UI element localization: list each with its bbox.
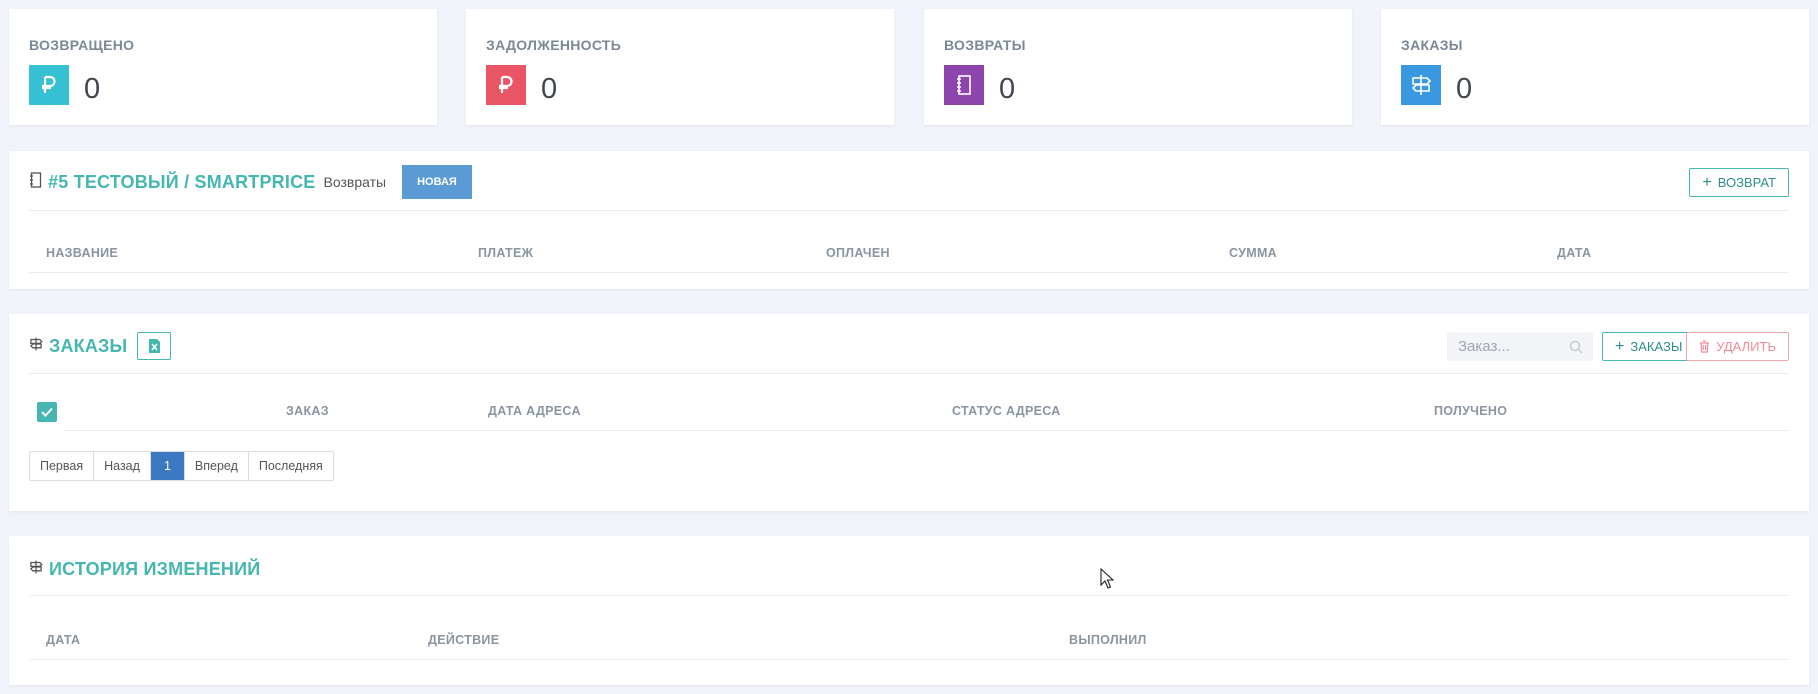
stat-value: 0	[1456, 73, 1473, 105]
page-current[interactable]: 1	[150, 452, 185, 480]
stat-title: ВОЗВРАТЫ	[944, 37, 1026, 53]
plus-icon: +	[1702, 173, 1712, 191]
excel-icon	[148, 339, 160, 353]
order-search[interactable]	[1447, 332, 1593, 361]
check-icon	[41, 407, 53, 417]
column-header[interactable]: СУММА	[1229, 246, 1277, 260]
signpost-icon	[1401, 65, 1441, 105]
page-first[interactable]: Первая	[30, 452, 95, 480]
add-orders-label: ЗАКАЗЫ	[1630, 339, 1683, 354]
history-panel-title: ИСТОРИЯ ИЗМЕНЕНИЙ	[49, 558, 261, 579]
signpost-icon	[29, 560, 43, 579]
orders-panel: ЗАКАЗЫ + ЗАКАЗЫ УДАЛИТЬ ЗАКАЗ ДАТА АДРЕС…	[9, 314, 1809, 511]
trash-icon	[1700, 340, 1710, 353]
column-header[interactable]: НАЗВАНИЕ	[46, 246, 118, 260]
orders-table-header: ЗАКАЗ ДАТА АДРЕСА СТАТУС АДРЕСА ПОЛУЧЕНО	[64, 391, 1789, 431]
history-title-group: ИСТОРИЯ ИЗМЕНЕНИЙ	[29, 552, 260, 586]
returns-panel: #5 ТЕСТОВЫЙ / SMARTPRICE Возвраты НОВАЯ …	[9, 151, 1809, 289]
delete-button[interactable]: УДАЛИТЬ	[1686, 332, 1789, 361]
add-return-label: ВОЗВРАТ	[1717, 175, 1776, 190]
orders-title-group: ЗАКАЗЫ	[29, 329, 172, 363]
page-last[interactable]: Последняя	[249, 452, 333, 480]
search-icon	[1569, 340, 1583, 354]
stat-card-returns: ВОЗВРАТЫ 0	[924, 9, 1352, 125]
orders-panel-title: ЗАКАЗЫ	[49, 335, 128, 356]
add-return-button[interactable]: + ВОЗВРАТ	[1689, 168, 1789, 197]
stat-title: ЗАКАЗЫ	[1401, 37, 1463, 53]
column-header[interactable]: ПОЛУЧЕНО	[1434, 404, 1507, 418]
column-header[interactable]: ОПЛАЧЕН	[826, 246, 890, 260]
page-prev[interactable]: Назад	[94, 452, 151, 480]
signpost-icon	[29, 337, 43, 356]
history-panel-header: ИСТОРИЯ ИЗМЕНЕНИЙ	[29, 536, 1789, 596]
notebook-icon	[29, 171, 42, 193]
status-badge[interactable]: НОВАЯ	[402, 165, 472, 199]
stat-title: ЗАДОЛЖЕННОСТЬ	[486, 37, 622, 53]
returns-title-group: #5 ТЕСТОВЫЙ / SMARTPRICE Возвраты НОВАЯ	[29, 165, 472, 199]
column-header[interactable]: ДЕЙСТВИЕ	[428, 633, 499, 647]
returns-table-header: НАЗВАНИЕ ПЛАТЕЖ ОПЛАЧЕН СУММА ДАТА	[29, 233, 1789, 273]
mouse-cursor-icon	[1100, 568, 1114, 589]
column-header[interactable]: ДАТА	[46, 633, 80, 647]
excel-export-button[interactable]	[137, 332, 172, 360]
stat-title: ВОЗВРАЩЕНО	[29, 37, 135, 53]
page-next[interactable]: Вперед	[185, 452, 249, 480]
history-table-header: ДАТА ДЕЙСТВИЕ ВЫПОЛНИЛ	[29, 620, 1789, 660]
column-header[interactable]: ДАТА	[1557, 246, 1591, 260]
returns-panel-subtitle: Возвраты	[323, 174, 387, 190]
stat-value: 0	[84, 73, 101, 105]
add-orders-button[interactable]: + ЗАКАЗЫ	[1602, 332, 1696, 361]
notebook-icon	[944, 65, 984, 105]
ruble-icon	[29, 65, 69, 105]
ruble-icon	[486, 65, 526, 105]
plus-icon: +	[1615, 337, 1625, 355]
delete-label: УДАЛИТЬ	[1716, 339, 1776, 354]
stat-card-returned: ВОЗВРАЩЕНО 0	[9, 9, 437, 125]
returns-panel-title: #5 ТЕСТОВЫЙ / SMARTPRICE	[48, 171, 316, 192]
column-header[interactable]: ЗАКАЗ	[286, 404, 329, 418]
pagination: Первая Назад 1 Вперед Последняя	[29, 451, 334, 481]
orders-panel-header: ЗАКАЗЫ + ЗАКАЗЫ УДАЛИТЬ	[29, 314, 1789, 374]
stat-value: 0	[999, 73, 1016, 105]
column-header[interactable]: ВЫПОЛНИЛ	[1069, 633, 1147, 647]
column-header[interactable]: ПЛАТЕЖ	[478, 246, 533, 260]
column-header[interactable]: ДАТА АДРЕСА	[488, 404, 581, 418]
stat-card-debt: ЗАДОЛЖЕННОСТЬ 0	[466, 9, 894, 125]
stat-value: 0	[541, 73, 558, 105]
column-header[interactable]: СТАТУС АДРЕСА	[952, 404, 1061, 418]
select-all-checkbox[interactable]	[37, 402, 57, 422]
stats-row: ВОЗВРАЩЕНО 0 ЗАДОЛЖЕННОСТЬ 0 ВОЗВРАТЫ 0 …	[9, 9, 1809, 125]
stat-card-orders: ЗАКАЗЫ 0	[1381, 9, 1809, 125]
history-panel: ИСТОРИЯ ИЗМЕНЕНИЙ ДАТА ДЕЙСТВИЕ ВЫПОЛНИЛ	[9, 536, 1809, 685]
returns-panel-header: #5 ТЕСТОВЫЙ / SMARTPRICE Возвраты НОВАЯ …	[29, 151, 1789, 211]
